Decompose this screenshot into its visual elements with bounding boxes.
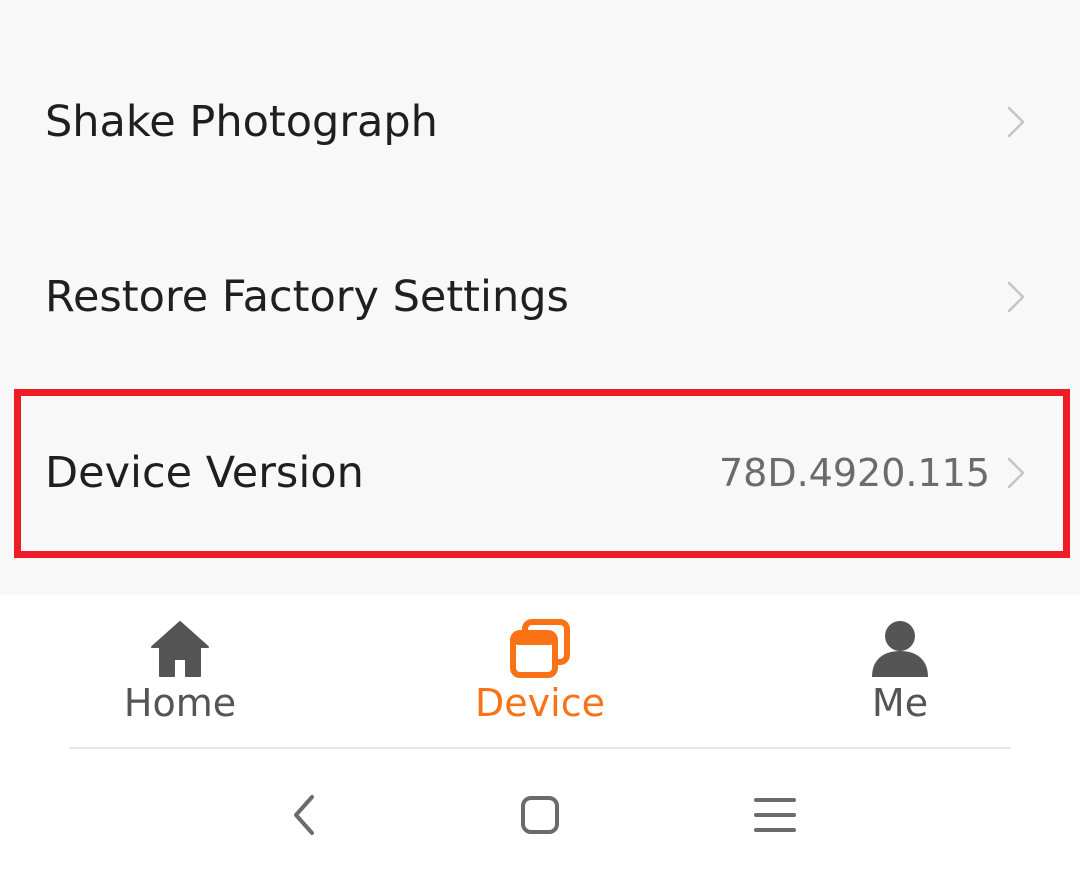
device-icon: [510, 619, 570, 678]
chevron-right-icon: [1007, 457, 1025, 489]
home-icon: [151, 621, 209, 677]
tab-label: Me: [871, 681, 929, 725]
device-version-value: 78D.4920.115: [718, 451, 990, 495]
home-square-icon[interactable]: [510, 787, 570, 843]
device-version-row[interactable]: Device Version 78D.4920.115: [0, 398, 1080, 548]
tab-label: Home: [123, 681, 237, 725]
settings-list: Shake Photograph Restore Factory Setting…: [0, 0, 1080, 595]
chevron-right-icon: [1007, 281, 1025, 313]
back-icon[interactable]: [274, 787, 334, 843]
shake-photograph-row[interactable]: Shake Photograph: [0, 47, 1080, 197]
bottom-tab-bar: Home Device Me: [0, 595, 1080, 748]
row-label: Device Version: [45, 448, 364, 498]
row-label: Restore Factory Settings: [45, 272, 569, 322]
row-label: Shake Photograph: [45, 97, 438, 147]
chevron-right-icon: [1007, 106, 1025, 138]
tab-device[interactable]: Device: [360, 595, 720, 748]
system-navigation-bar: [0, 749, 1080, 878]
tab-label: Device: [475, 681, 605, 725]
menu-icon[interactable]: [745, 787, 805, 843]
restore-factory-settings-row[interactable]: Restore Factory Settings: [0, 222, 1080, 372]
person-icon: [872, 621, 928, 677]
tab-home[interactable]: Home: [0, 595, 360, 748]
tab-me[interactable]: Me: [720, 595, 1080, 748]
